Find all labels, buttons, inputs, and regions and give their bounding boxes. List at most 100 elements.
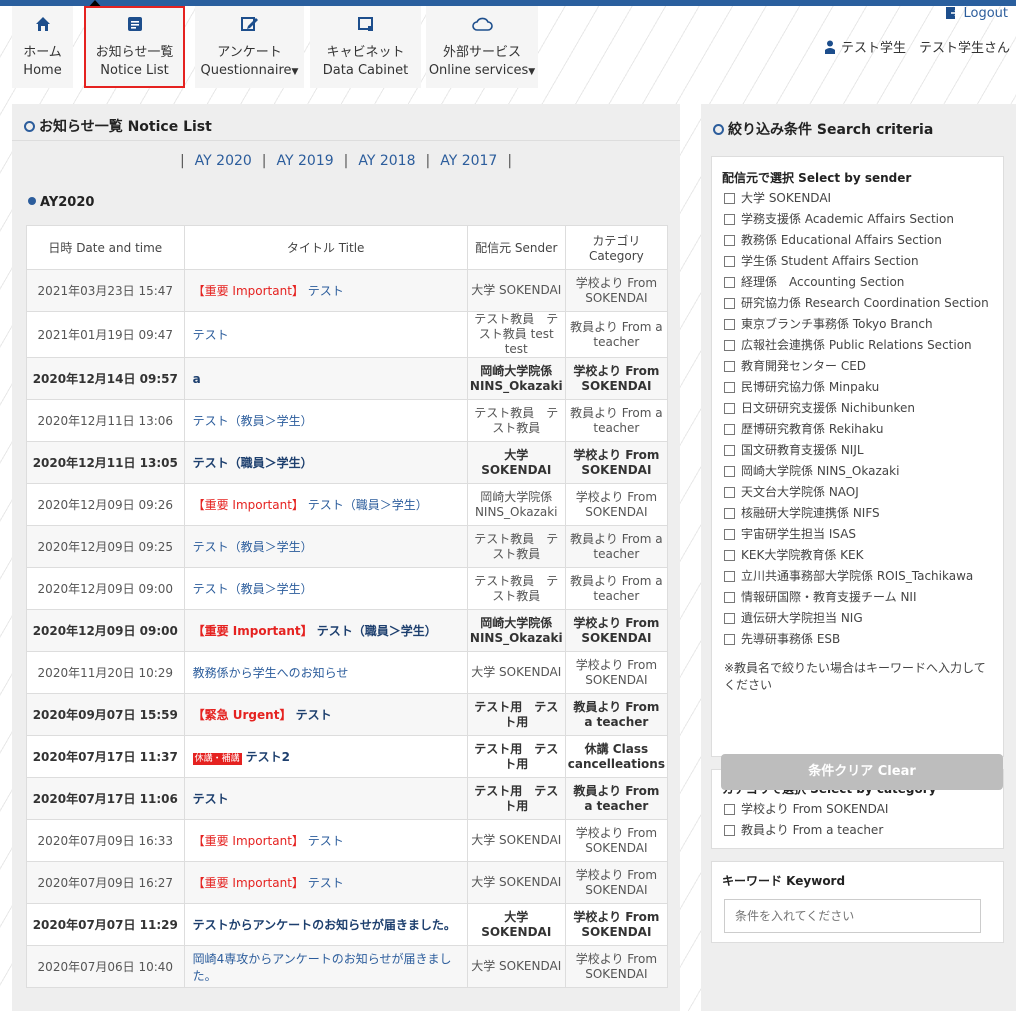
sender-checkbox[interactable]: 広報社会連携係 Public Relations Section [712,335,1003,356]
table-row[interactable]: 2020年12月14日 09:57 a 岡崎大学院係 NINS_Okazaki … [26,357,669,400]
table-row[interactable]: 2021年03月23日 15:47 【重要 Important】 テスト 大学 … [26,269,669,312]
sender-checkbox[interactable]: 教務係 Educational Affairs Section [712,230,1003,251]
checkbox-square-icon[interactable] [724,298,735,309]
nav-online-services[interactable]: 外部サービス Online services▼ [426,6,538,88]
nav-questionnaire[interactable]: アンケート Questionnaire▼ [195,6,304,88]
table-row[interactable]: 2020年12月09日 09:25 テスト（教員＞学生） テスト教員 テスト教員… [26,525,669,568]
table-row[interactable]: 2020年07月17日 11:37 休講・補講 テスト2 テスト用 テスト用 休講… [26,735,669,778]
row-title-link[interactable]: 【重要 Important】 テスト [183,861,468,904]
sender-checkbox[interactable]: 岡崎大学院係 NINS_Okazaki [712,461,1003,482]
sender-checkbox[interactable]: 学務支援係 Academic Affairs Section [712,209,1003,230]
year-link-2017[interactable]: AY 2017 [440,153,497,169]
checkbox-square-icon[interactable] [724,256,735,267]
keyword-input[interactable] [724,899,981,933]
sender-checkbox[interactable]: 核融研大学院連携係 NIFS [712,503,1003,524]
sender-checkbox[interactable]: 情報研国際・教育支援チーム NII [712,587,1003,608]
category-checkbox[interactable]: 教員より From a teacher [712,820,1003,841]
checkbox-square-icon[interactable] [724,361,735,372]
checkbox-square-icon[interactable] [724,571,735,582]
checkbox-square-icon[interactable] [724,340,735,351]
checkbox-square-icon[interactable] [724,445,735,456]
checkbox-square-icon[interactable] [724,466,735,477]
checkbox-square-icon[interactable] [724,235,735,246]
year-link-2019[interactable]: AY 2019 [277,153,334,169]
row-title-link[interactable]: 教務係から学生へのお知らせ [183,651,468,694]
checkbox-square-icon[interactable] [724,613,735,624]
sender-checkbox[interactable]: 天文台大学院係 NAOJ [712,482,1003,503]
sender-checkbox[interactable]: 遺伝研大学院担当 NIG [712,608,1003,629]
row-sender: 大学 SOKENDAI [466,441,566,484]
sender-checkbox[interactable]: 研究協力係 Research Coordination Section [712,293,1003,314]
row-date: 2020年12月11日 13:05 [26,441,185,484]
sender-checkbox[interactable]: 教育開発センター CED [712,356,1003,377]
year-link-2020[interactable]: AY 2020 [195,153,252,169]
sender-checkbox[interactable]: 民博研究協力係 Minpaku [712,377,1003,398]
sender-checkbox[interactable]: 東京ブランチ事務係 Tokyo Branch [712,314,1003,335]
sender-checkbox[interactable]: 経理係 Accounting Section [712,272,1003,293]
row-title-link[interactable]: 【緊急 Urgent】 テスト [183,693,468,736]
table-row[interactable]: 2020年11月20日 10:29 教務係から学生へのお知らせ 大学 SOKEN… [26,651,669,694]
row-title-link[interactable]: テスト（教員＞学生） [183,567,468,610]
row-title-link[interactable]: 岡崎4専攻からアンケートのお知らせが届きました。 [183,945,468,988]
nav-notice-list[interactable]: お知らせ一覧 Notice List [84,6,185,88]
checkbox-square-icon[interactable] [724,403,735,414]
row-title-link[interactable]: テスト（職員＞学生） [183,441,468,484]
row-title-link[interactable]: a [183,357,468,400]
table-row[interactable]: 2020年12月09日 09:00 【重要 Important】 テスト（職員＞… [26,609,669,652]
row-sender: テスト教員 テスト教員 [466,399,566,442]
checkbox-square-icon[interactable] [724,804,735,815]
table-row[interactable]: 2021年01月19日 09:47 テスト テスト教員 テスト教員 test t… [26,311,669,358]
checkbox-square-icon[interactable] [724,529,735,540]
row-title-link[interactable]: テスト（教員＞学生） [183,525,468,568]
clear-button[interactable]: 条件クリア Clear [721,754,1003,790]
table-row[interactable]: 2020年07月09日 16:27 【重要 Important】 テスト 大学 … [26,861,669,904]
row-title-link[interactable]: 休講・補講 テスト2 [183,735,468,778]
table-row[interactable]: 2020年09月07日 15:59 【緊急 Urgent】 テスト テスト用 テ… [26,693,669,736]
nav-data-cabinet[interactable]: キャビネット Data Cabinet [310,6,421,88]
checkbox-square-icon[interactable] [724,592,735,603]
table-row[interactable]: 2020年07月17日 11:06 テスト テスト用 テスト用 教員より Fro… [26,777,669,820]
nav-home[interactable]: ホーム Home [12,6,73,88]
row-title-link[interactable]: テストからアンケートのお知らせが届きました。 [183,903,468,946]
category-checkbox[interactable]: 学校より From SOKENDAI [712,799,1003,820]
checkbox-square-icon[interactable] [724,382,735,393]
caret-down-icon: ▼ [291,67,299,77]
logout-link[interactable]: Logout [776,6,1008,21]
row-title-link[interactable]: 【重要 Important】 テスト（職員＞学生） [183,609,468,652]
sender-checkbox[interactable]: 日文研研究支援係 Nichibunken [712,398,1003,419]
sender-checkbox[interactable]: 先導研事務係 ESB [712,629,1003,650]
table-row[interactable]: 2020年07月06日 10:40 岡崎4専攻からアンケートのお知らせが届きまし… [26,945,669,988]
sender-checkbox[interactable]: 歴博研究教育係 Rekihaku [712,419,1003,440]
sender-checkbox[interactable]: 大学 SOKENDAI [712,188,1003,209]
row-title-link[interactable]: テスト [183,311,468,358]
checkbox-square-icon[interactable] [724,424,735,435]
row-title-link[interactable]: 【重要 Important】 テスト（職員＞学生） [183,483,468,526]
row-title-link[interactable]: テスト [183,777,468,820]
checkbox-square-icon[interactable] [724,193,735,204]
table-row[interactable]: 2020年07月07日 11:29 テストからアンケートのお知らせが届きました。… [26,903,669,946]
table-row[interactable]: 2020年12月09日 09:00 テスト（教員＞学生） テスト教員 テスト教員… [26,567,669,610]
row-title-link[interactable]: テスト（教員＞学生） [183,399,468,442]
checkbox-square-icon[interactable] [724,634,735,645]
sender-checkbox[interactable]: 宇宙研学生担当 ISAS [712,524,1003,545]
checkbox-square-icon[interactable] [724,277,735,288]
row-category: 学校より From SOKENDAI [564,609,669,652]
row-title-link[interactable]: 【重要 Important】 テスト [183,269,468,312]
checkbox-square-icon[interactable] [724,508,735,519]
table-row[interactable]: 2020年12月09日 09:26 【重要 Important】 テスト（職員＞… [26,483,669,526]
sender-label: 遺伝研大学院担当 NIG [741,610,863,625]
sender-checkbox[interactable]: KEK大学院教育係 KEK [712,545,1003,566]
table-row[interactable]: 2020年12月11日 13:05 テスト（職員＞学生） 大学 SOKENDAI… [26,441,669,484]
checkbox-square-icon[interactable] [724,487,735,498]
table-row[interactable]: 2020年12月11日 13:06 テスト（教員＞学生） テスト教員 テスト教員… [26,399,669,442]
sender-checkbox[interactable]: 学生係 Student Affairs Section [712,251,1003,272]
year-link-2018[interactable]: AY 2018 [358,153,415,169]
checkbox-square-icon[interactable] [724,319,735,330]
sender-checkbox[interactable]: 国文研教育支援係 NIJL [712,440,1003,461]
table-row[interactable]: 2020年07月09日 16:33 【重要 Important】 テスト 大学 … [26,819,669,862]
row-title-link[interactable]: 【重要 Important】 テスト [183,819,468,862]
sender-checkbox[interactable]: 立川共通事務部大学院係 ROIS_Tachikawa [712,566,1003,587]
checkbox-square-icon[interactable] [724,550,735,561]
checkbox-square-icon[interactable] [724,825,735,836]
checkbox-square-icon[interactable] [724,214,735,225]
